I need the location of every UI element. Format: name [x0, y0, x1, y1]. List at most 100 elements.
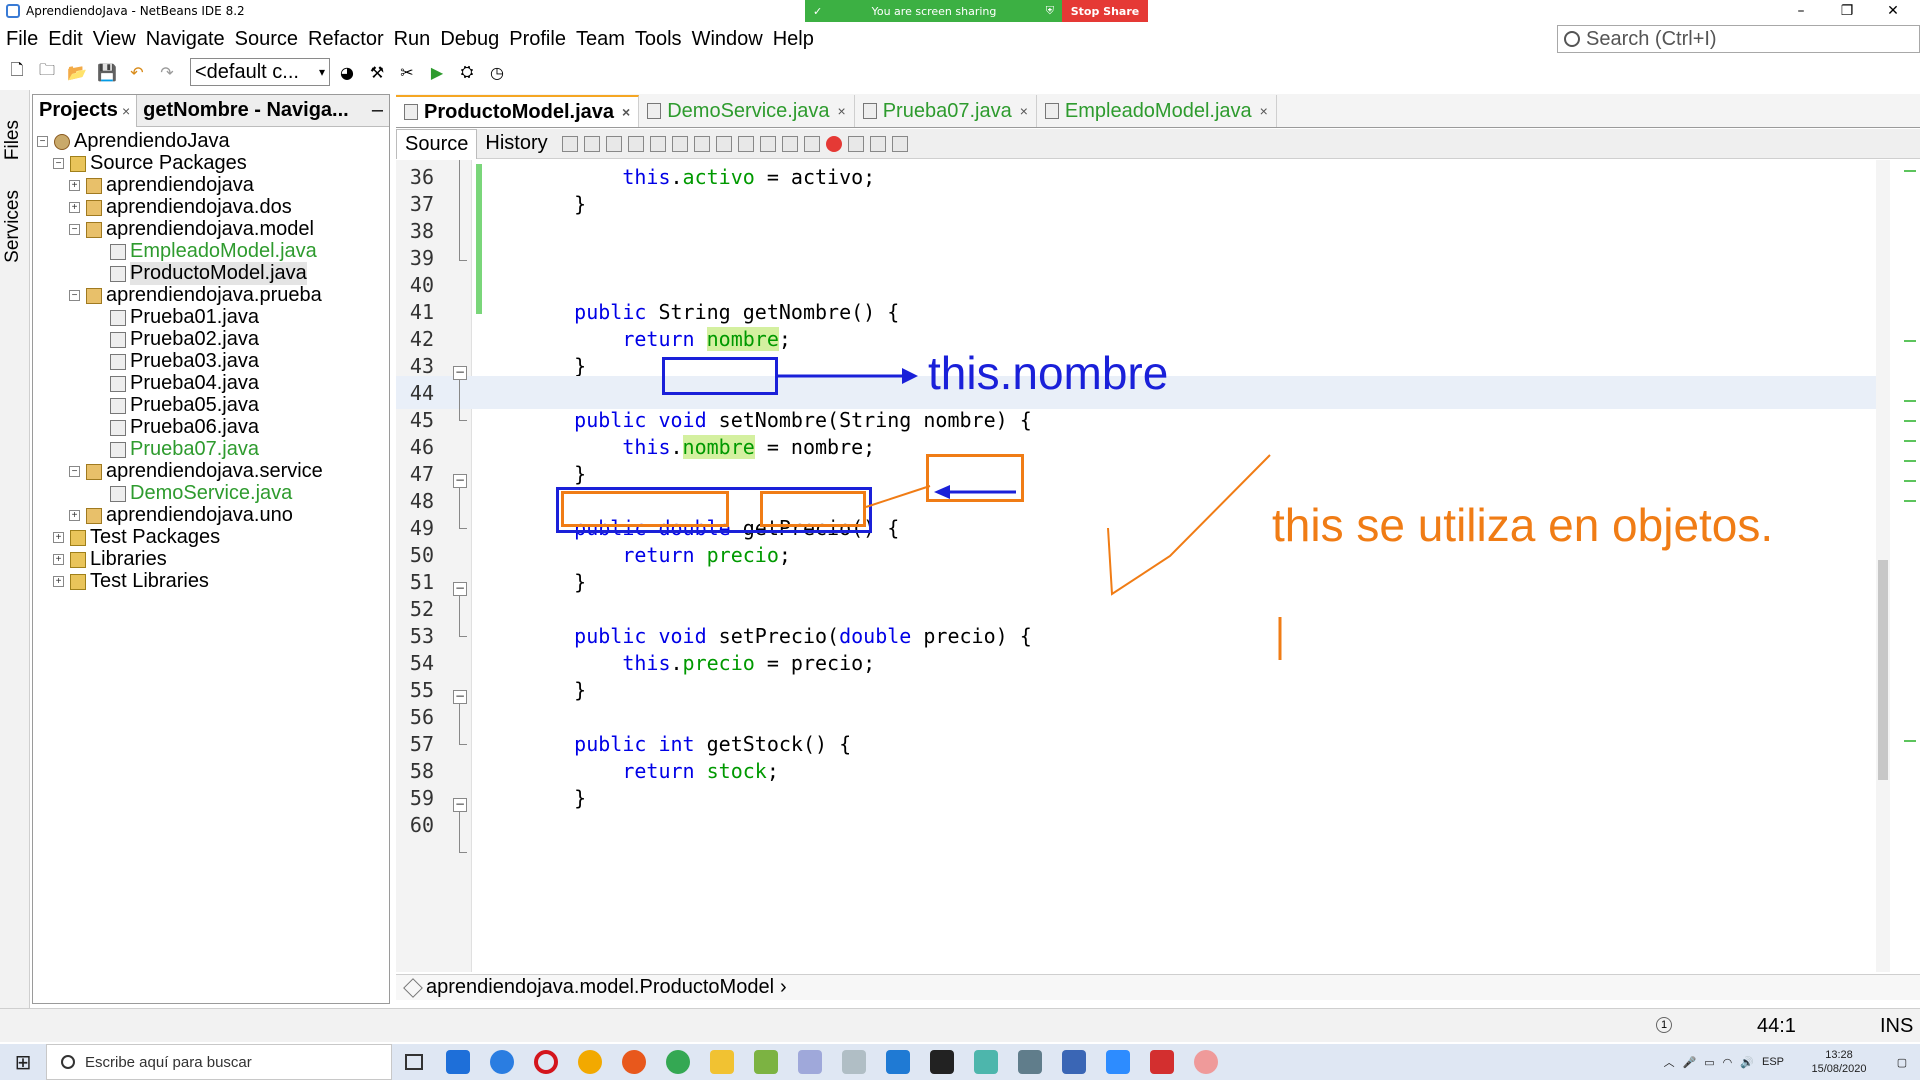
- taskbar-search-input[interactable]: Escribe aquí para buscar: [46, 1044, 392, 1080]
- comment-icon[interactable]: [869, 135, 886, 152]
- close-tab-icon[interactable]: ×: [622, 104, 630, 120]
- menu-file[interactable]: File: [2, 28, 42, 51]
- notifications-icon[interactable]: 1: [1656, 1017, 1672, 1033]
- menu-team[interactable]: Team: [572, 28, 629, 51]
- new-file-icon[interactable]: 🗋: [4, 60, 30, 83]
- minimize-button[interactable]: –: [1778, 0, 1824, 22]
- undo-icon[interactable]: ↶: [124, 61, 150, 83]
- fold-toggle-icon[interactable]: −: [453, 582, 467, 596]
- configuration-select[interactable]: <default c... ▾: [190, 58, 330, 86]
- search-input[interactable]: Search (Ctrl+I): [1557, 25, 1920, 53]
- mail-icon[interactable]: [436, 1044, 480, 1080]
- acrobat-icon[interactable]: [1140, 1044, 1184, 1080]
- globe-icon[interactable]: ◕: [334, 61, 360, 83]
- clean-build-icon[interactable]: ✂: [394, 61, 420, 83]
- expand-icon[interactable]: +: [69, 510, 80, 521]
- save-all-icon[interactable]: 💾: [94, 61, 120, 83]
- editor-tab[interactable]: DemoService.java ×: [639, 95, 855, 127]
- breadcrumb[interactable]: aprendiendojava.model.ProductoModel ›: [396, 974, 1920, 1000]
- microphone-icon[interactable]: 🎤: [1683, 1056, 1697, 1069]
- editor-tab[interactable]: Prueba07.java ×: [855, 95, 1037, 127]
- menu-run[interactable]: Run: [390, 28, 435, 51]
- expand-icon[interactable]: +: [53, 576, 64, 587]
- redo-icon[interactable]: ↷: [154, 61, 180, 83]
- shift-right-icon[interactable]: [803, 135, 820, 152]
- snipping-icon[interactable]: [964, 1044, 1008, 1080]
- netbeans-taskbar-icon[interactable]: [1052, 1044, 1096, 1080]
- maximize-button[interactable]: ❐: [1824, 0, 1870, 22]
- menu-view[interactable]: View: [89, 28, 140, 51]
- expand-icon[interactable]: +: [69, 202, 80, 213]
- volume-icon[interactable]: 🔊: [1740, 1056, 1754, 1069]
- menu-edit[interactable]: Edit: [44, 28, 86, 51]
- chevron-up-icon[interactable]: ︿: [1664, 1054, 1675, 1070]
- collapse-icon[interactable]: −: [69, 290, 80, 301]
- clock[interactable]: 13:28 15/08/2020: [1794, 1048, 1884, 1076]
- find-previous-icon[interactable]: [649, 135, 666, 152]
- menu-window[interactable]: Window: [688, 28, 767, 51]
- next-bookmark-icon[interactable]: [759, 135, 776, 152]
- network-icon[interactable]: [832, 1044, 876, 1080]
- code-area[interactable]: 36 this.activo = activo; 37 } 38 39 40 41 pub…: [396, 160, 1886, 972]
- code-line[interactable]: 60: [396, 808, 1886, 841]
- shift-left-icon[interactable]: [781, 135, 798, 152]
- close-tab-icon[interactable]: ×: [1260, 103, 1268, 119]
- menu-debug[interactable]: Debug: [436, 28, 503, 51]
- build-icon[interactable]: ⚒: [364, 61, 390, 83]
- start-macro-icon[interactable]: [825, 135, 842, 152]
- toggle-bookmark-icon[interactable]: [715, 135, 732, 152]
- menu-tools[interactable]: Tools: [631, 28, 686, 51]
- firefox-icon[interactable]: [612, 1044, 656, 1080]
- minimize-panel-icon[interactable]: –: [372, 99, 383, 122]
- fold-toggle-icon[interactable]: −: [453, 474, 467, 488]
- opera-icon[interactable]: [524, 1044, 568, 1080]
- chrome-canary-icon[interactable]: [568, 1044, 612, 1080]
- language-indicator[interactable]: ESP: [1762, 1056, 1784, 1068]
- vertical-scrollbar[interactable]: [1876, 160, 1890, 972]
- paint-icon[interactable]: [788, 1044, 832, 1080]
- previous-bookmark-icon[interactable]: [737, 135, 754, 152]
- fold-toggle-icon[interactable]: −: [453, 798, 467, 812]
- close-icon[interactable]: ×: [122, 103, 130, 119]
- new-project-icon[interactable]: 🗀: [34, 60, 60, 83]
- forward-icon[interactable]: [605, 135, 622, 152]
- fold-toggle-icon[interactable]: −: [453, 690, 467, 704]
- collapse-icon[interactable]: −: [53, 158, 64, 169]
- tab-history[interactable]: History: [477, 129, 555, 159]
- last-edit-icon[interactable]: [561, 135, 578, 152]
- expand-icon[interactable]: +: [69, 180, 80, 191]
- uncomment-icon[interactable]: [891, 135, 908, 152]
- wifi-icon[interactable]: ◠: [1723, 1056, 1733, 1069]
- file-explorer-icon[interactable]: [700, 1044, 744, 1080]
- menu-help[interactable]: Help: [769, 28, 818, 51]
- debug-icon[interactable]: ⛭: [454, 61, 480, 83]
- error-stripe[interactable]: [1902, 160, 1918, 972]
- stop-macro-icon[interactable]: [847, 135, 864, 152]
- scrollbar-thumb[interactable]: [1878, 560, 1888, 780]
- tree-item[interactable]: + Test Libraries: [53, 568, 209, 595]
- run-icon[interactable]: ▶: [424, 61, 450, 83]
- collapse-icon[interactable]: −: [37, 136, 48, 147]
- find-icon[interactable]: [627, 135, 644, 152]
- expand-icon[interactable]: +: [53, 532, 64, 543]
- chrome-icon[interactable]: [656, 1044, 700, 1080]
- fold-toggle-icon[interactable]: −: [453, 366, 467, 380]
- collapse-icon[interactable]: −: [69, 466, 80, 477]
- close-tab-icon[interactable]: ×: [1020, 103, 1028, 119]
- editor-tab[interactable]: ProductoModel.java ×: [396, 95, 640, 127]
- zoom-icon[interactable]: [1096, 1044, 1140, 1080]
- toggle-highlight-icon[interactable]: [693, 135, 710, 152]
- vscode-icon[interactable]: [876, 1044, 920, 1080]
- windows-start-icon[interactable]: ⊞: [0, 1044, 46, 1080]
- expand-icon[interactable]: +: [53, 554, 64, 565]
- profile-icon[interactable]: ◷: [484, 61, 510, 83]
- notepad-icon[interactable]: [744, 1044, 788, 1080]
- services-tab[interactable]: Services: [2, 190, 24, 263]
- close-tab-icon[interactable]: ×: [838, 103, 846, 119]
- close-button[interactable]: ✕: [1870, 0, 1916, 22]
- tab-projects[interactable]: Projects ×: [33, 94, 138, 127]
- editor-tab[interactable]: EmpleadoModel.java ×: [1037, 95, 1277, 127]
- open-project-icon[interactable]: 📂: [64, 61, 90, 83]
- edge-icon[interactable]: [480, 1044, 524, 1080]
- menu-profile[interactable]: Profile: [505, 28, 570, 51]
